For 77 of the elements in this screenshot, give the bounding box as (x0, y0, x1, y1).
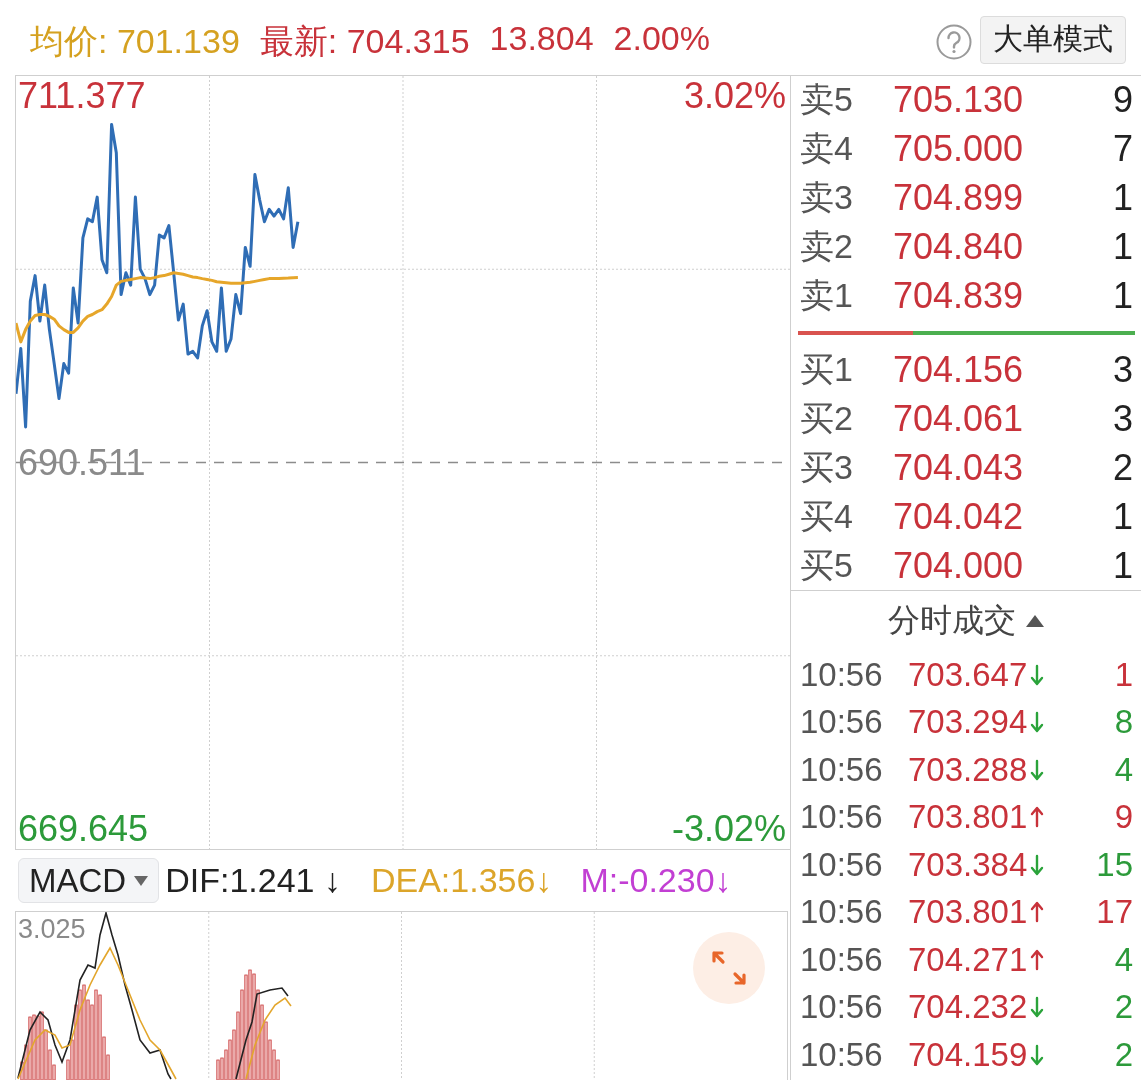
trade-price: 703.801 (908, 893, 1028, 932)
trade-volume: 4 (1114, 940, 1133, 979)
axis-label: 3.025 (18, 914, 86, 944)
bid-volume: 1 (1112, 495, 1133, 538)
trade-volume: 2 (1114, 1035, 1133, 1074)
ask-price: 704.899 (893, 177, 1024, 219)
caret-down-icon (134, 875, 149, 886)
ask-level-label: 卖5 (800, 79, 854, 121)
trade-price: 703.801 (908, 798, 1028, 837)
axis-label: 690.511 (18, 442, 146, 483)
trade-volume: 17 (1096, 893, 1133, 932)
latest-price: 最新: 704.315 (259, 20, 470, 62)
trade-time: 10:56 (800, 988, 884, 1027)
ask-level-label: 卖2 (800, 225, 854, 267)
trade-price: 703.384 (908, 845, 1028, 884)
trade-volume: 9 (1114, 798, 1133, 837)
bid-price: 704.042 (893, 495, 1024, 538)
ask-volume: 1 (1112, 225, 1133, 268)
ask-level-label: 卖3 (800, 177, 854, 218)
ask-price: 705.000 (893, 128, 1024, 171)
bid-price: 704.043 (893, 446, 1024, 489)
bid-level-label: 买1 (800, 349, 854, 391)
trade-price: 703.294 (908, 703, 1028, 742)
ask-price: 704.839 (893, 274, 1024, 317)
macd-value: M:-0.230↓ (580, 861, 732, 900)
ask-volume: 7 (1112, 128, 1133, 171)
trade-time: 10:56 (800, 798, 884, 837)
trade-details-button[interactable]: 分时成交 (888, 598, 1044, 643)
ask-volume: 1 (1112, 274, 1133, 317)
trade-price: 704.232 (908, 988, 1028, 1027)
indicator-dropdown[interactable]: MACD (18, 858, 160, 903)
ask-volume: 9 (1112, 79, 1133, 122)
trade-volume: 1 (1114, 655, 1133, 694)
bid-volume: 3 (1112, 349, 1133, 392)
trade-time: 10:56 (800, 940, 884, 979)
trade-time: 10:56 (800, 750, 884, 789)
large-order-mode-button[interactable]: 大单模式 (980, 15, 1126, 64)
ask-volume: 1 (1112, 177, 1133, 219)
trade-time: 10:56 (800, 655, 884, 694)
bid-level-label: 买5 (800, 544, 854, 586)
bid-price: 704.000 (893, 544, 1024, 587)
dif-value: DIF:1.241 ↓ (165, 861, 341, 900)
ask-price: 705.130 (893, 79, 1024, 122)
bid-level-label: 买4 (800, 495, 854, 537)
bid-volume: 1 (1112, 544, 1133, 587)
trade-volume: 15 (1096, 845, 1133, 884)
trade-time: 10:56 (800, 1035, 884, 1074)
ask-price: 704.840 (893, 225, 1024, 268)
caret-up-icon (1026, 614, 1044, 627)
trade-time: 10:56 (800, 845, 884, 884)
trade-volume: 8 (1114, 703, 1133, 742)
bid-volume: 2 (1112, 446, 1133, 489)
dea-value: DEA:1.356↓ (370, 861, 553, 900)
trade-price: 703.647 (908, 655, 1028, 694)
bid-level-label: 买2 (800, 398, 854, 440)
trade-time: 10:56 (800, 703, 884, 742)
help-icon[interactable] (936, 23, 972, 60)
average-price: 均价: 701.139 (30, 20, 240, 62)
bid-volume: 3 (1112, 398, 1133, 441)
trade-volume: 2 (1114, 988, 1133, 1027)
percent-label: -3.02% (671, 809, 786, 849)
trade-time: 10:56 (800, 893, 884, 932)
percent-change: 2.00% (613, 18, 710, 59)
bid-price: 704.061 (893, 398, 1024, 441)
ask-level-label: 卖4 (800, 128, 854, 170)
trade-price: 703.288 (908, 750, 1028, 789)
ask-level-label: 卖1 (800, 274, 854, 316)
trade-price: 704.271 (908, 940, 1028, 979)
axis-label: 669.645 (18, 809, 149, 849)
expand-icon[interactable] (693, 932, 765, 1004)
percent-label: 3.02% (683, 76, 786, 116)
axis-label: 711.377 (18, 76, 146, 116)
trade-volume: 4 (1114, 750, 1133, 789)
price-change: 13.804 (489, 18, 594, 59)
trade-price: 704.159 (908, 1035, 1028, 1074)
bid-level-label: 买3 (800, 446, 854, 488)
bid-price: 704.156 (893, 349, 1024, 392)
